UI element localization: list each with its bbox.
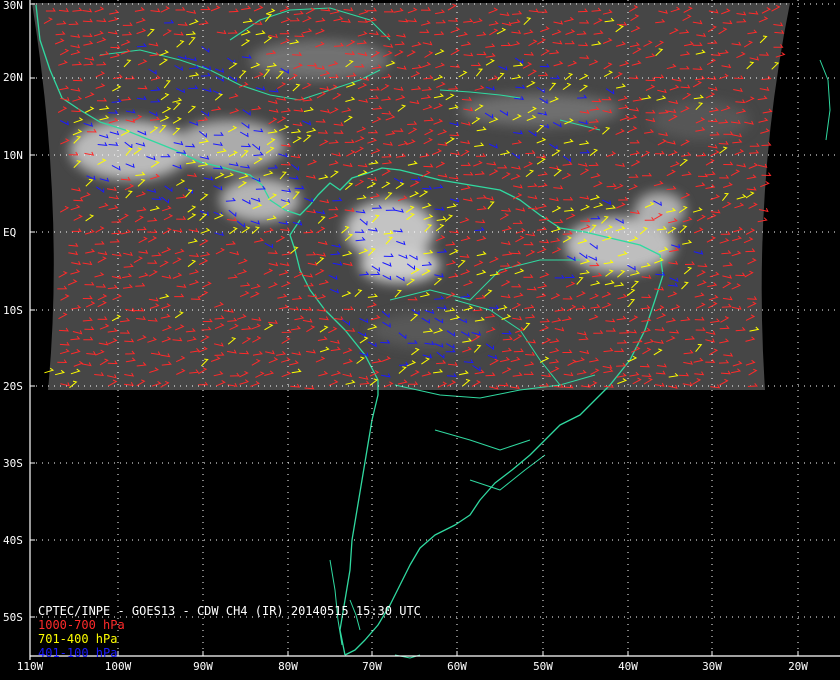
legend-layer-mid: 701-400 hPa [38,632,118,646]
lon-label: 40W [618,660,638,673]
lon-label: 90W [193,660,213,673]
lon-label: 20W [788,660,808,673]
legend-layer-high: 401-100 hPa [38,646,118,660]
lat-label: 30N [3,0,23,12]
lat-label: 50S [3,611,23,624]
lon-label: 70W [362,660,382,673]
satellite-map [29,0,840,660]
lon-label: 100W [104,660,132,673]
lon-label: 110W [16,660,44,673]
legend-layer-low: 1000-700 hPa [38,618,125,632]
lon-label: 60W [447,660,467,673]
lat-label: 30S [3,457,23,470]
lat-label: 10S [3,304,23,317]
lon-label: 80W [278,660,298,673]
lon-label: 50W [533,660,553,673]
lat-label: 10N [3,149,23,162]
lat-label: 40S [3,534,23,547]
map-caption: CPTEC/INPE - GOES13 - CDW CH4 (IR) 20140… [38,604,421,618]
map-viewer: 30N 20N 10N EQ 10S 20S 30S 40S 50S 110W … [0,0,840,680]
lat-label: 20S [3,380,23,393]
lon-label: 30W [702,660,722,673]
lat-label: EQ [3,226,17,239]
legend: CPTEC/INPE - GOES13 - CDW CH4 (IR) 20140… [38,604,421,660]
lat-label: 20N [3,71,23,84]
